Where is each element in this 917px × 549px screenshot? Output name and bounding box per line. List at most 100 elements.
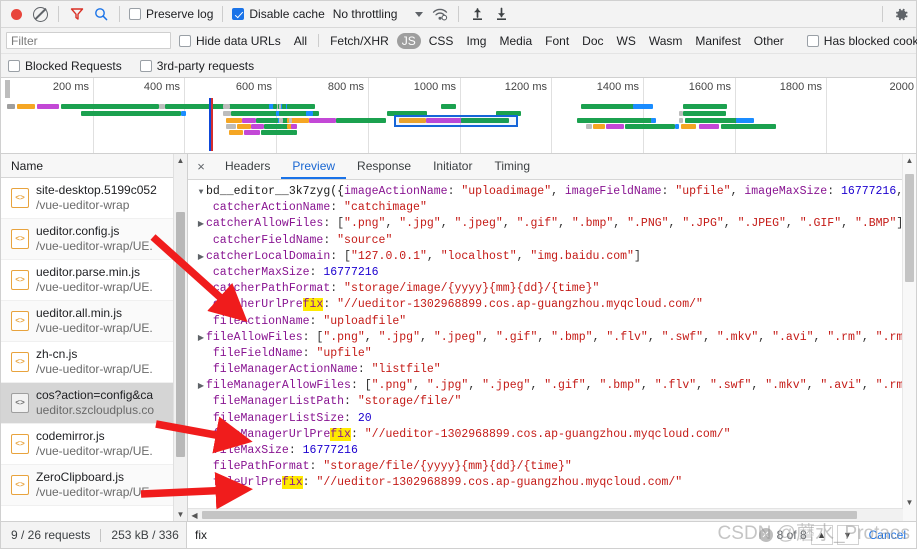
filter-toggle-button[interactable] (66, 3, 88, 25)
preview-token: bd__editor__3k7zyg({ (206, 185, 345, 198)
status-divider (100, 528, 102, 542)
preview-line: ▼ bd__editor__3k7zyg({imageActionName: "u… (188, 184, 916, 200)
request-row[interactable]: <> ueditor.parse.min.js/vue-ueditor-wrap/… (1, 260, 187, 301)
throttling-select[interactable]: No throttling (329, 6, 428, 22)
overview-request-bar (351, 118, 386, 123)
overview-request-bar (283, 104, 286, 109)
has-blocked-cookies-checkbox[interactable]: Has blocked cookies (805, 34, 917, 48)
overview-tick-line (551, 78, 552, 153)
preview-vertical-thumb[interactable] (905, 174, 914, 282)
request-list-scroll-thumb[interactable] (176, 212, 185, 457)
record-button[interactable] (5, 3, 27, 25)
request-row[interactable]: <> cos?action=config&ca ueditor.szcloudplu… (1, 383, 187, 424)
tab-preview[interactable]: Preview (281, 154, 347, 179)
third-party-requests-checkbox[interactable]: 3rd-party requests (138, 59, 256, 73)
type-filter-other[interactable]: Other (749, 33, 789, 49)
overview-request-bar (79, 104, 159, 109)
preview-horizontal-scrollbar[interactable]: ◀ (188, 508, 903, 521)
type-filter-all[interactable]: All (289, 33, 312, 49)
request-row-text: ZeroClipboard.js/vue-ueditor-wrap/UE. (36, 470, 153, 500)
preview-scroll-left-icon[interactable]: ◀ (188, 509, 201, 522)
request-name: ueditor.parse.min.js (36, 265, 141, 279)
type-filter-js[interactable]: JS (396, 32, 421, 49)
request-list-pane: Name <> site-desktop.5199c052/vue-ueditor… (1, 154, 188, 521)
tab-headers[interactable]: Headers (214, 154, 281, 179)
expand-triangle-icon[interactable]: ▶ (196, 250, 206, 266)
upload-arrow-icon (472, 8, 482, 20)
preview-json-viewer[interactable]: ▼ bd__editor__3k7zyg({imageActionName: "u… (188, 180, 916, 521)
overview-request-bar (237, 124, 251, 129)
type-filter-css[interactable]: CSS (424, 33, 459, 49)
overview-request-bar (699, 124, 719, 129)
scroll-up-icon[interactable]: ▲ (174, 154, 187, 167)
type-filter-media[interactable]: Media (494, 33, 537, 49)
preview-vertical-scrollbar[interactable]: ▲ ▼ (902, 154, 916, 521)
preview-token: catcherFieldName (212, 233, 324, 247)
blocked-requests-checkbox[interactable]: Blocked Requests (6, 59, 124, 73)
find-next-button[interactable]: ▼ (836, 525, 859, 545)
request-path: /vue-ueditor-wrap/UE. (36, 321, 153, 335)
hide-data-urls-checkbox[interactable]: Hide data URLs (177, 34, 283, 48)
type-filter-font[interactable]: Font (540, 33, 574, 49)
request-row-text: codemirror.js/vue-ueditor-wrap/UE. (36, 429, 153, 459)
find-previous-button[interactable]: ▲ (810, 525, 833, 545)
overview-request-bar (309, 118, 336, 123)
network-overview-timeline[interactable]: 200 ms 400 ms 600 ms 800 ms 1000 ms 1200 ms 14… (1, 78, 916, 154)
request-row[interactable]: <> codemirror.js/vue-ueditor-wrap/UE. (1, 424, 187, 465)
close-icon: × (197, 159, 205, 174)
filter-input[interactable] (6, 32, 171, 49)
preview-scroll-down-icon[interactable]: ▼ (903, 496, 916, 509)
expand-triangle-icon[interactable]: ▶ (196, 331, 206, 347)
request-path: /vue-ueditor-wrap/UE. (36, 239, 153, 253)
type-filter-doc[interactable]: Doc (577, 33, 608, 49)
preview-horizontal-thumb[interactable] (202, 511, 857, 519)
request-list-header[interactable]: Name (1, 154, 187, 178)
disable-cache-checkbox[interactable]: Disable cache (230, 7, 326, 21)
search-toggle-button[interactable] (90, 3, 112, 25)
request-row[interactable]: <> ueditor.config.js/vue-ueditor-wrap/UE. (1, 219, 187, 260)
overview-request-bar (577, 118, 652, 123)
tab-response[interactable]: Response (346, 154, 422, 179)
preview-scroll-up-icon[interactable]: ▲ (903, 154, 916, 167)
request-row[interactable]: <> zh-cn.js/vue-ueditor-wrap/UE. (1, 342, 187, 383)
request-path: /vue-ueditor-wrap/UE. (36, 444, 153, 458)
settings-button[interactable] (890, 3, 912, 25)
scroll-down-icon[interactable]: ▼ (174, 508, 187, 521)
overview-request-bar (229, 130, 243, 135)
preview-line: ▸ fileManagerUrlPrefix: "//ueditor-13029… (188, 427, 916, 443)
type-filter-img[interactable]: Img (461, 33, 491, 49)
request-row[interactable]: <> site-desktop.5199c052/vue-ueditor-wrap (1, 178, 187, 219)
network-conditions-button[interactable] (429, 3, 451, 25)
find-clear-icon[interactable]: ✕ (758, 528, 773, 542)
tab-timing[interactable]: Timing (483, 154, 541, 179)
collapse-triangle-icon[interactable]: ▼ (196, 185, 206, 201)
expand-triangle-icon[interactable]: ▶ (196, 379, 206, 395)
type-filter-wasm[interactable]: Wasm (644, 33, 688, 49)
request-list-scrollbar[interactable]: ▲ ▼ (173, 154, 187, 521)
type-filter-ws[interactable]: WS (612, 33, 641, 49)
find-cancel-button[interactable]: Cancel (863, 528, 912, 542)
request-row[interactable]: <> ueditor.all.min.js/vue-ueditor-wrap/UE… (1, 301, 187, 342)
find-input[interactable] (191, 528, 755, 542)
expand-triangle-icon[interactable]: ▶ (196, 217, 206, 233)
preview-token: , (592, 330, 607, 344)
type-filter-manifest[interactable]: Manifest (690, 33, 745, 49)
request-row[interactable]: <> ZeroClipboard.js/vue-ueditor-wrap/UE. (1, 465, 187, 506)
clear-button[interactable] (29, 3, 51, 25)
overview-request-bar (685, 118, 740, 123)
preview-token: : (357, 363, 372, 377)
import-har-button[interactable] (466, 3, 488, 25)
third-party-requests-label: 3rd-party requests (156, 58, 255, 73)
preserve-log-checkbox[interactable]: Preserve log (127, 7, 215, 21)
export-har-button[interactable] (490, 3, 512, 25)
preview-line: ▸ fileManagerListPath: "storage/file/" (188, 394, 916, 410)
close-detail-button[interactable]: × (188, 154, 214, 179)
preview-token: fileManagerAllowFiles (206, 379, 351, 393)
no-triangle-icon: ▸ (196, 347, 206, 363)
tab-initiator[interactable]: Initiator (422, 154, 483, 179)
overview-request-bar (683, 104, 725, 109)
preview-token: : (330, 282, 345, 296)
toolbar-divider-5 (882, 6, 883, 22)
type-filter-fetch-xhr[interactable]: Fetch/XHR (325, 33, 394, 49)
preview-token: , (558, 217, 572, 231)
